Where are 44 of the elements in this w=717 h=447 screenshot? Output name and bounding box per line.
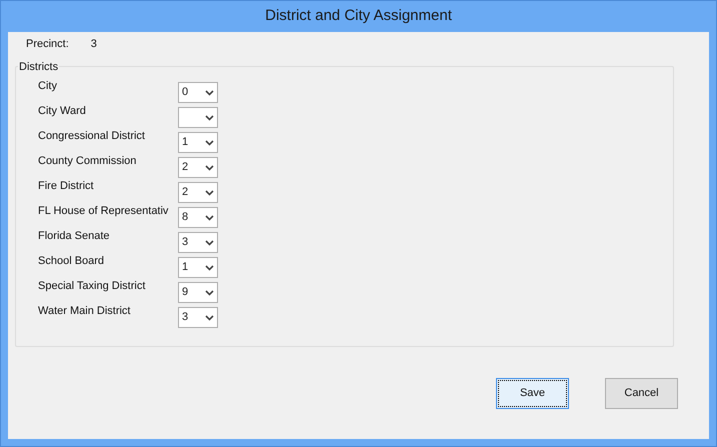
dialog-button[interactable]: Save: [496, 378, 569, 409]
dropdown-value: 9: [182, 285, 188, 300]
dropdown[interactable]: 9: [178, 282, 218, 303]
dropdown[interactable]: 1: [178, 257, 218, 278]
dropdown-value: 8: [182, 210, 188, 226]
dropdown-value: 1: [182, 260, 188, 276]
dropdown[interactable]: 3: [178, 307, 218, 328]
chevron-down-icon: [205, 90, 214, 96]
precinct-value: 3: [90, 37, 97, 52]
field-label: FL House of Representativ: [38, 204, 170, 218]
dropdown-value: 3: [182, 310, 188, 326]
dropdown[interactable]: 8: [178, 207, 218, 228]
dropdown[interactable]: 2: [178, 157, 218, 178]
chevron-down-icon: [205, 140, 214, 146]
dropdown-value: 1: [182, 135, 188, 150]
chevron-down-icon: [205, 164, 214, 170]
dialog-button[interactable]: Cancel: [605, 378, 678, 409]
precinct-label: Precinct:: [26, 37, 69, 52]
dropdown[interactable]: 0: [178, 82, 218, 103]
dropdown-value: 3: [182, 235, 188, 250]
field-label: Special Taxing District: [38, 279, 146, 293]
field-label: Water Main District: [38, 304, 132, 318]
dropdown[interactable]: 3: [178, 232, 218, 253]
field-label: City Ward: [38, 104, 87, 118]
field-label: Florida Senate: [38, 229, 111, 243]
dropdown-value: 2: [182, 160, 188, 176]
dropdown[interactable]: [178, 107, 218, 128]
chevron-down-icon: [205, 114, 214, 120]
chevron-down-icon: [205, 240, 214, 246]
window-title: District and City Assignment: [265, 6, 452, 26]
field-label: Fire District: [38, 179, 95, 193]
chevron-down-icon: [205, 214, 214, 220]
dropdown-value: 0: [182, 85, 188, 100]
dropdown-value: 2: [182, 185, 188, 200]
field-label: County Commission: [38, 154, 138, 168]
chevron-down-icon: [205, 264, 214, 270]
chevron-down-icon: [205, 190, 214, 196]
chevron-down-icon: [205, 314, 214, 320]
field-label: Congressional District: [38, 129, 146, 143]
dropdown[interactable]: 1: [178, 132, 218, 153]
dropdown[interactable]: 2: [178, 182, 218, 203]
field-label: School Board: [38, 254, 106, 268]
field-label: City: [38, 79, 58, 93]
chevron-down-icon: [205, 290, 214, 296]
